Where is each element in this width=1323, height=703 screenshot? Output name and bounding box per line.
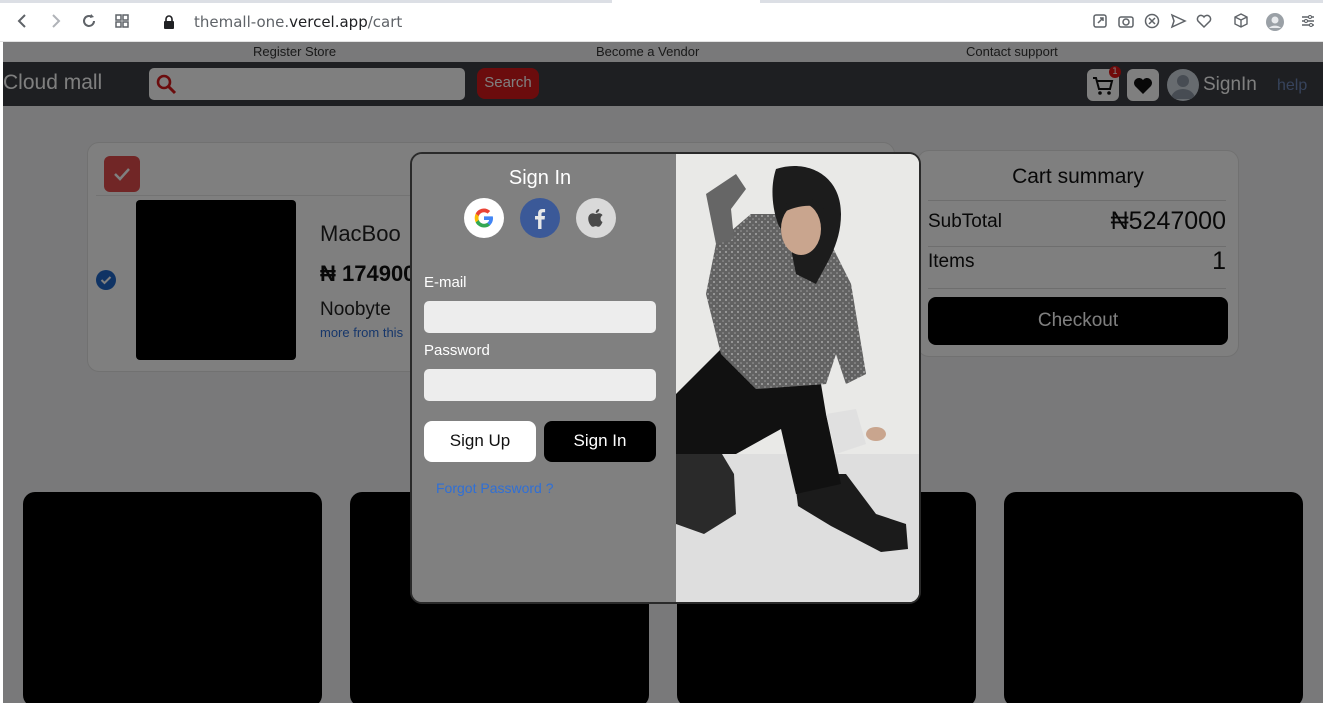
password-label: Password xyxy=(424,342,490,359)
signup-button[interactable]: Sign Up xyxy=(424,421,536,462)
forgot-password-link[interactable]: Forgot Password ? xyxy=(436,480,554,496)
google-signin-button[interactable] xyxy=(464,198,504,238)
apple-signin-button[interactable] xyxy=(576,198,616,238)
forward-icon[interactable] xyxy=(46,11,66,31)
reload-icon[interactable] xyxy=(79,11,99,31)
tab-strip-right xyxy=(760,0,1323,3)
block-icon[interactable] xyxy=(1143,12,1161,30)
email-field[interactable] xyxy=(424,301,656,333)
apps-grid-icon[interactable] xyxy=(112,11,132,31)
url-prefix: themall-one. xyxy=(194,13,290,31)
lock-icon[interactable] xyxy=(163,14,175,29)
menu-lines-icon[interactable] xyxy=(1299,12,1317,30)
facebook-signin-button[interactable] xyxy=(520,198,560,238)
tab-strip xyxy=(0,0,612,3)
send-icon[interactable] xyxy=(1169,12,1187,30)
url-path: /cart xyxy=(367,13,403,31)
signin-button[interactable]: Sign In xyxy=(544,421,656,462)
extension-cube-icon[interactable] xyxy=(1232,12,1250,30)
heart-outline-icon[interactable] xyxy=(1195,12,1213,30)
browser-toolbar: themall-one.vercel.app/cart xyxy=(0,0,1323,42)
password-field[interactable] xyxy=(424,369,656,401)
signin-form-panel: Sign In E-mail Password Sign Up Sign In … xyxy=(412,154,676,602)
url-domain: vercel.app xyxy=(289,13,368,31)
address-bar[interactable]: themall-one.vercel.app/cart xyxy=(194,13,402,31)
email-label: E-mail xyxy=(424,274,467,291)
camera-icon[interactable] xyxy=(1117,12,1135,30)
modal-title: Sign In xyxy=(508,167,572,189)
fashion-model-image xyxy=(676,154,919,602)
signin-modal: Sign In E-mail Password Sign Up Sign In … xyxy=(410,152,921,604)
facebook-icon xyxy=(535,209,546,229)
profile-icon[interactable] xyxy=(1265,12,1285,32)
apple-icon xyxy=(588,209,603,227)
back-icon[interactable] xyxy=(12,11,32,31)
share-icon[interactable] xyxy=(1091,12,1109,30)
google-icon xyxy=(474,208,493,228)
